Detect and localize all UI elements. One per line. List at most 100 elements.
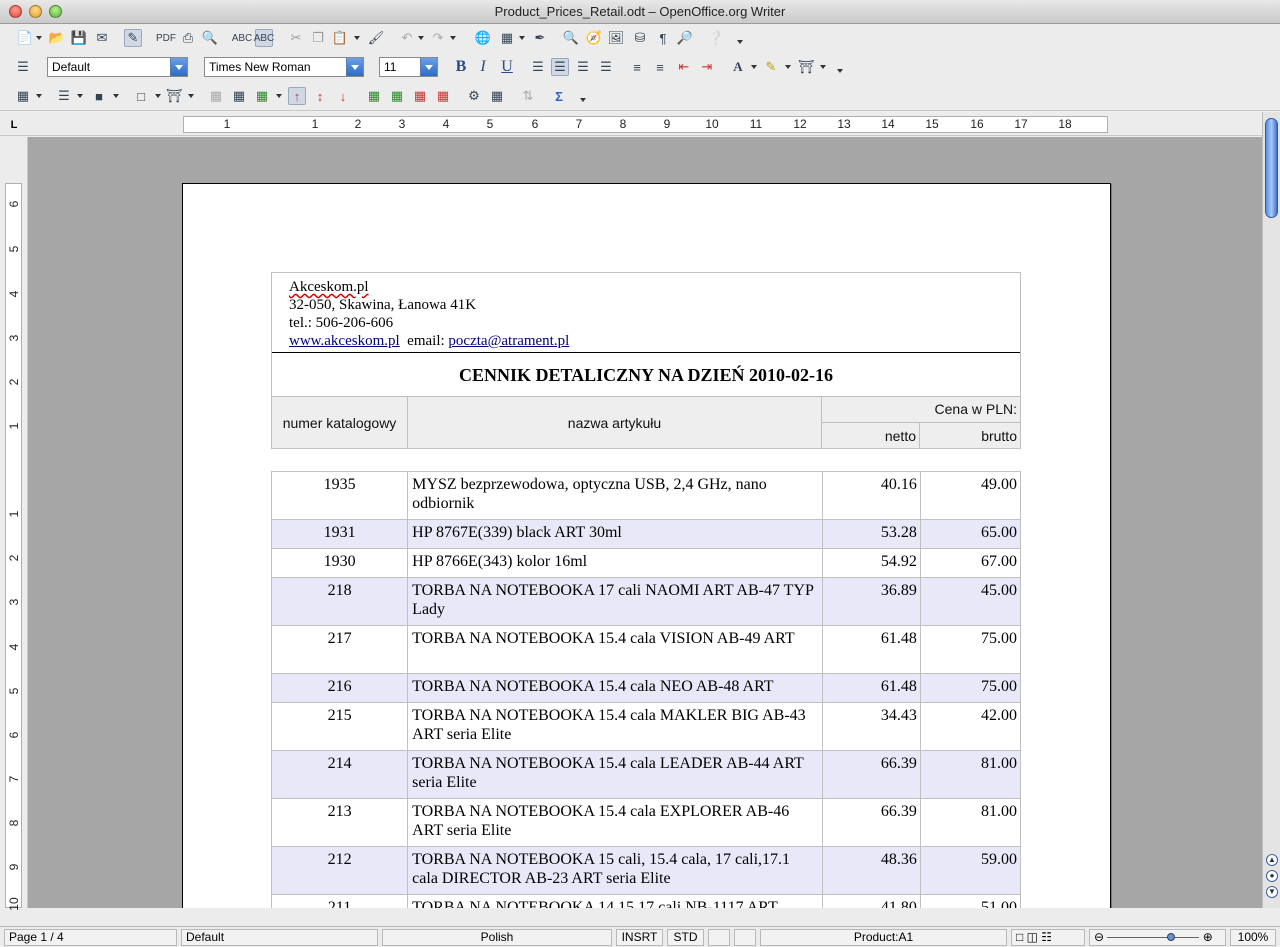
net-price-cell[interactable]: 36.89 bbox=[821, 577, 921, 626]
catalog-number-cell[interactable]: 211 bbox=[270, 894, 409, 908]
catalog-number-cell[interactable]: 1931 bbox=[270, 519, 409, 549]
single-page-view-icon[interactable]: □ bbox=[1016, 930, 1023, 944]
gross-price-cell[interactable]: 49.00 bbox=[919, 471, 1022, 520]
print-preview-icon[interactable]: 🔍 bbox=[201, 29, 219, 47]
zoom-in-icon[interactable]: ⊕ bbox=[1203, 930, 1213, 944]
align-right-icon[interactable]: ☰ bbox=[574, 58, 592, 76]
autospellcheck-icon[interactable]: ABC bbox=[254, 29, 274, 47]
gross-price-cell[interactable]: 67.00 bbox=[919, 548, 1022, 578]
hyperlink-icon[interactable]: 🌐 bbox=[474, 29, 492, 47]
undo-icon[interactable]: ↶ bbox=[398, 29, 416, 47]
bullets-icon[interactable]: ≡ bbox=[651, 58, 669, 76]
cell-background-icon[interactable]: ⛩ bbox=[165, 87, 183, 105]
find-replace-icon[interactable]: 🔍 bbox=[562, 29, 580, 47]
background-color-icon[interactable]: ⛩ bbox=[797, 58, 815, 76]
document-workspace[interactable]: Akceskom.pl 32-050, Skawina, Łanowa 41K … bbox=[28, 137, 1262, 908]
clone-formatting-icon[interactable]: 🖌 bbox=[367, 29, 385, 47]
zoom-level[interactable]: 100% bbox=[1230, 929, 1276, 946]
net-price-cell[interactable]: 66.39 bbox=[821, 798, 921, 847]
bold-button[interactable]: B bbox=[452, 57, 470, 77]
new-dropdown-arrow[interactable] bbox=[36, 36, 42, 40]
cut-icon[interactable]: ✂ bbox=[287, 29, 305, 47]
font-name-dropdown-icon[interactable] bbox=[346, 58, 363, 76]
line-style-dropdown-arrow[interactable] bbox=[77, 94, 83, 98]
sum-icon[interactable]: Σ bbox=[550, 87, 568, 105]
item-name-cell[interactable]: TORBA NA NOTEBOOKA 15.4 cala NEO AB-48 A… bbox=[407, 673, 823, 703]
net-price-cell[interactable]: 48.36 bbox=[821, 846, 921, 895]
book-view-icon[interactable]: ☷ bbox=[1041, 930, 1052, 944]
catalog-number-cell[interactable]: 1930 bbox=[270, 548, 409, 578]
table-row[interactable]: 217 TORBA NA NOTEBOOKA 15.4 cala VISION … bbox=[270, 625, 1022, 674]
underline-button[interactable]: U bbox=[498, 57, 516, 77]
page-style-indicator[interactable]: Default bbox=[181, 929, 378, 946]
italic-button[interactable]: I bbox=[474, 57, 492, 77]
vertical-ruler[interactable]: 6 5 4 3 2 1 1 2 3 4 5 6 7 8 9 10 bbox=[0, 137, 28, 911]
formatting-overflow-arrow[interactable] bbox=[837, 69, 843, 73]
zoom-slider-knob[interactable] bbox=[1167, 933, 1176, 942]
merge-cells-icon[interactable]: ▦ bbox=[207, 87, 225, 105]
increase-indent-icon[interactable]: ⇥ bbox=[698, 58, 716, 76]
gallery-icon[interactable]: 🖼 bbox=[607, 29, 625, 47]
catalog-number-cell[interactable]: 212 bbox=[270, 846, 409, 895]
table-row[interactable]: 218 TORBA NA NOTEBOOKA 17 cali NAOMI ART… bbox=[270, 577, 1022, 626]
font-name-combo[interactable]: Times New Roman bbox=[204, 57, 364, 77]
next-page-icon[interactable]: ▼ bbox=[1266, 886, 1278, 898]
align-bottom-icon[interactable]: ↓ bbox=[334, 87, 352, 105]
item-name-cell[interactable]: TORBA NA NOTEBOOKA 15 cali, 15.4 cala, 1… bbox=[407, 846, 823, 895]
font-color-icon[interactable]: A bbox=[729, 58, 747, 76]
zoom-out-icon[interactable]: ⊖ bbox=[1094, 930, 1104, 944]
vertical-scrollbar[interactable]: ▲ ● ▼ bbox=[1262, 112, 1280, 908]
decrease-indent-icon[interactable]: ⇤ bbox=[675, 58, 693, 76]
spellcheck-icon[interactable]: ABC bbox=[232, 29, 253, 47]
header-table[interactable]: Akceskom.pl 32-050, Skawina, Łanowa 41K … bbox=[271, 272, 1021, 449]
gross-price-cell[interactable]: 59.00 bbox=[919, 846, 1022, 895]
view-layout-buttons[interactable]: □ ◫ ☷ bbox=[1011, 929, 1085, 946]
net-price-cell[interactable]: 34.43 bbox=[821, 702, 921, 751]
split-cells-icon[interactable]: ▦ bbox=[230, 87, 248, 105]
gross-price-cell[interactable]: 75.00 bbox=[919, 673, 1022, 703]
net-price-cell[interactable]: 54.92 bbox=[821, 548, 921, 578]
line-color-icon[interactable]: ■ bbox=[90, 87, 108, 105]
selection-mode-indicator[interactable]: STD bbox=[667, 929, 704, 946]
gross-price-cell[interactable]: 81.00 bbox=[919, 750, 1022, 799]
paste-dropdown-arrow[interactable] bbox=[354, 36, 360, 40]
gross-price-cell[interactable]: 81.00 bbox=[919, 798, 1022, 847]
line-color-dropdown-arrow[interactable] bbox=[113, 94, 119, 98]
email-link[interactable]: poczta@atrament.pl bbox=[448, 333, 569, 349]
export-pdf-icon[interactable]: PDF bbox=[156, 29, 176, 47]
paste-icon[interactable]: 📋 bbox=[331, 29, 349, 47]
catalog-number-cell[interactable]: 214 bbox=[270, 750, 409, 799]
products-table[interactable]: 1935 MYSZ bezprzewodowa, optyczna USB, 2… bbox=[270, 471, 1022, 908]
help-icon[interactable]: ❔ bbox=[707, 29, 725, 47]
paragraph-style-dropdown-icon[interactable] bbox=[170, 58, 187, 76]
table-row[interactable]: 1930 HP 8766E(343) kolor 16ml 54.92 67.0… bbox=[270, 548, 1022, 578]
numbering-icon[interactable]: ≡ bbox=[628, 58, 646, 76]
gross-price-cell[interactable]: 51.00 bbox=[919, 894, 1022, 908]
zoom-slider[interactable]: ⊖ ⊕ bbox=[1089, 929, 1226, 946]
autoformat-icon[interactable]: ▦ bbox=[253, 87, 271, 105]
gross-price-cell[interactable]: 42.00 bbox=[919, 702, 1022, 751]
table-properties-icon[interactable]: ⚙ bbox=[465, 87, 483, 105]
item-name-cell[interactable]: TORBA NA NOTEBOOKA 14,15,17 cali NB-1117… bbox=[407, 894, 823, 908]
table-row[interactable]: 215 TORBA NA NOTEBOOKA 15.4 cala MAKLER … bbox=[270, 702, 1022, 751]
modified-indicator[interactable] bbox=[708, 929, 730, 946]
item-name-cell[interactable]: TORBA NA NOTEBOOKA 15.4 cala MAKLER BIG … bbox=[407, 702, 823, 751]
table-row[interactable]: 1935 MYSZ bezprzewodowa, optyczna USB, 2… bbox=[270, 471, 1022, 520]
undo-dropdown-arrow[interactable] bbox=[418, 36, 424, 40]
catalog-number-cell[interactable]: 213 bbox=[270, 798, 409, 847]
net-price-cell[interactable]: 40.16 bbox=[821, 471, 921, 520]
table-row[interactable]: 212 TORBA NA NOTEBOOKA 15 cali, 15.4 cal… bbox=[270, 846, 1022, 895]
table-dropdown-arrow[interactable] bbox=[519, 36, 525, 40]
gross-price-cell[interactable]: 45.00 bbox=[919, 577, 1022, 626]
table-select-icon[interactable]: ▦ bbox=[488, 87, 506, 105]
item-name-cell[interactable]: HP 8766E(343) kolor 16ml bbox=[407, 548, 823, 578]
borders-dropdown-arrow[interactable] bbox=[155, 94, 161, 98]
zoom-slider-track[interactable] bbox=[1107, 933, 1200, 942]
autoformat-dropdown-arrow[interactable] bbox=[276, 94, 282, 98]
copy-icon[interactable]: ❐ bbox=[309, 29, 327, 47]
net-price-cell[interactable]: 61.48 bbox=[821, 625, 921, 674]
horizontal-ruler[interactable]: L 1 1 2 3 4 5 6 7 8 9 10 11 12 13 14 15 … bbox=[0, 112, 1262, 136]
catalog-number-cell[interactable]: 218 bbox=[270, 577, 409, 626]
net-price-cell[interactable]: 66.39 bbox=[821, 750, 921, 799]
item-name-cell[interactable]: MYSZ bezprzewodowa, optyczna USB, 2,4 GH… bbox=[407, 471, 823, 520]
